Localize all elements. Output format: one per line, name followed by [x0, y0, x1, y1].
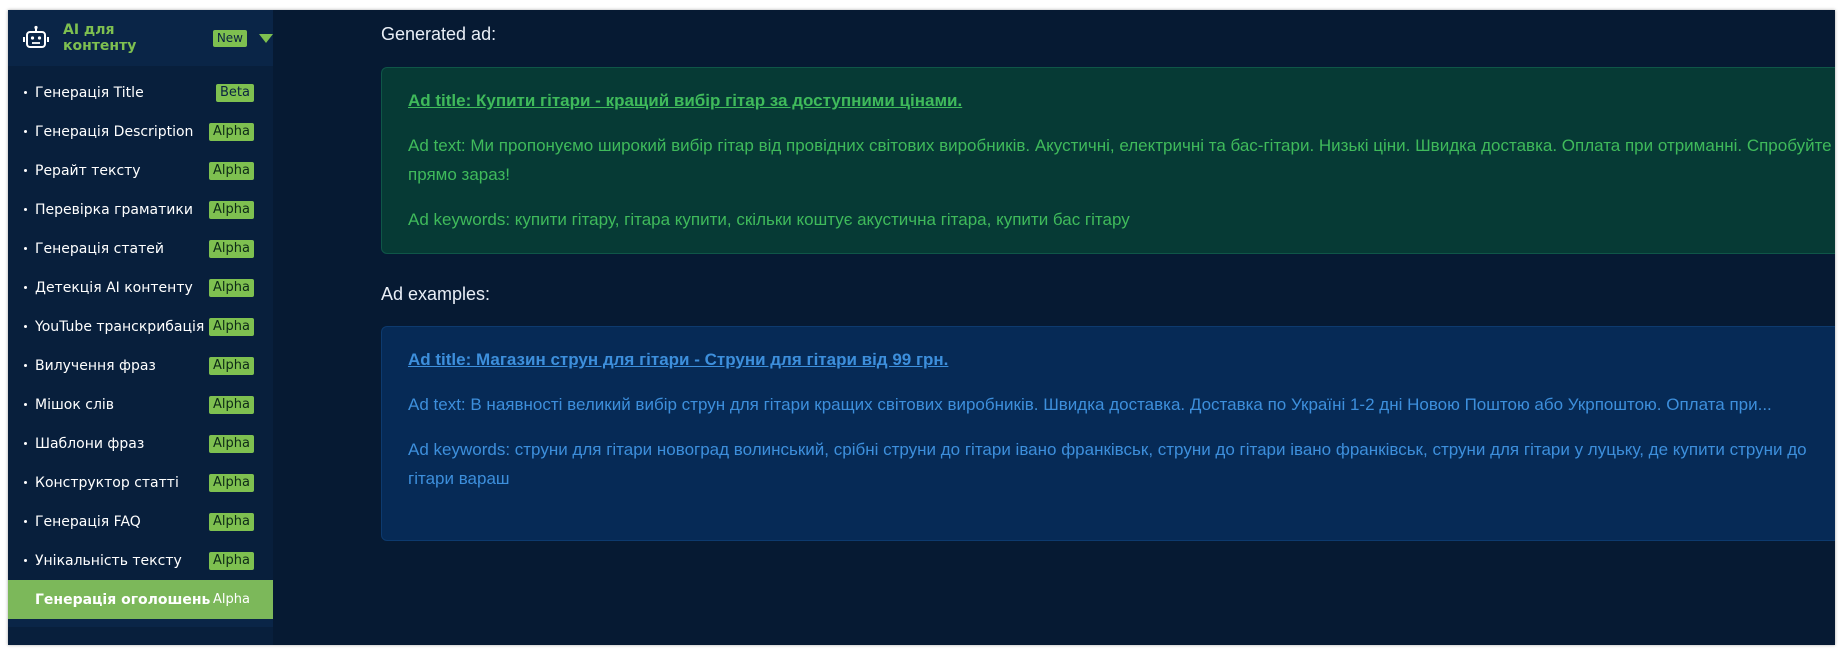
- sidebar-item-bag-of-words[interactable]: Мішок слів Alpha: [8, 385, 273, 424]
- sidebar-item-phrase-extraction[interactable]: Вилучення фраз Alpha: [8, 346, 273, 385]
- sidebar-item-description-generation[interactable]: Генерація Description Alpha: [8, 112, 273, 151]
- sidebar-item-ad-generation[interactable]: Генерація оголошень Alpha: [8, 580, 273, 619]
- status-badge: Alpha: [209, 239, 254, 258]
- example-ad-title[interactable]: Ad title: Магазин струн для гітари - Стр…: [408, 350, 1835, 370]
- generated-ad-heading: Generated ad:: [381, 24, 497, 44]
- bullet-icon: [24, 247, 27, 250]
- status-badge: Alpha: [209, 395, 254, 414]
- bullet-icon: [24, 91, 27, 94]
- sidebar-item-label: Генерація оголошень: [35, 591, 211, 608]
- sidebar-item-label: Рерайт тексту: [35, 162, 141, 179]
- generated-ad-text: Ad text: Ми пропонуємо широкий вибір гіт…: [408, 136, 1832, 184]
- sidebar-item-label: Шаблони фраз: [35, 435, 145, 452]
- sidebar-item-ai-detection[interactable]: Детекція AI контенту Alpha: [8, 268, 273, 307]
- new-badge: New: [212, 29, 247, 47]
- example-ad-text: Ad text: В наявності великий вибір струн…: [408, 395, 1772, 414]
- bullet-icon: [24, 286, 27, 289]
- status-badge: Beta: [216, 83, 254, 102]
- sidebar-item-label: Генерація статей: [35, 240, 164, 257]
- ad-example-card: Ad title: Магазин струн для гітари - Стр…: [381, 326, 1835, 541]
- sidebar-menu: Генерація Title Beta Генерація Descripti…: [8, 73, 273, 619]
- sidebar-item-label: YouTube транскрибація: [35, 318, 205, 335]
- status-badge: Alpha: [209, 161, 254, 180]
- sidebar-item-youtube-transcription[interactable]: YouTube транскрибація Alpha: [8, 307, 273, 346]
- sidebar-item-text-uniqueness[interactable]: Унікальність тексту Alpha: [8, 541, 273, 580]
- sidebar-item-label: Генерація FAQ: [35, 513, 141, 530]
- status-badge: Alpha: [209, 122, 254, 141]
- sidebar-item-article-generation[interactable]: Генерація статей Alpha: [8, 229, 273, 268]
- status-badge: Alpha: [209, 473, 254, 492]
- chevron-down-icon[interactable]: [259, 33, 273, 43]
- status-badge: Alpha: [209, 512, 254, 531]
- bullet-icon: [24, 208, 27, 211]
- sidebar-item-label: Генерація Description: [35, 123, 194, 140]
- sidebar-item-phrase-templates[interactable]: Шаблони фраз Alpha: [8, 424, 273, 463]
- sidebar-item-title-generation[interactable]: Генерація Title Beta: [8, 73, 273, 112]
- sidebar: AI для контенту New Генерація Title Beta…: [8, 10, 273, 645]
- sidebar-item-label: Унікальність тексту: [35, 552, 182, 569]
- status-badge: Alpha: [209, 551, 254, 570]
- sidebar-item-label: Перевірка граматики: [35, 201, 193, 218]
- generated-ad-card: Ad title: Купити гітари - кращий вибір г…: [381, 67, 1835, 254]
- sidebar-next-section: [8, 619, 273, 627]
- status-badge: Alpha: [213, 591, 250, 607]
- sidebar-item-label: Мішок слів: [35, 396, 115, 413]
- generated-ad-keywords: Ad keywords: купити гітару, гітара купит…: [408, 210, 1130, 229]
- status-badge: Alpha: [209, 200, 254, 219]
- bullet-icon: [24, 325, 27, 328]
- sidebar-item-label: Детекція AI контенту: [35, 279, 193, 296]
- bullet-icon: [24, 559, 27, 562]
- bullet-icon: [24, 364, 27, 367]
- sidebar-item-label: Вилучення фраз: [35, 357, 156, 374]
- sidebar-item-rewrite[interactable]: Рерайт тексту Alpha: [8, 151, 273, 190]
- status-badge: Alpha: [209, 356, 254, 375]
- generated-ad-title[interactable]: Ad title: Купити гітари - кращий вибір г…: [408, 91, 1835, 111]
- sidebar-item-article-builder[interactable]: Конструктор статті Alpha: [8, 463, 273, 502]
- sidebar-item-faq-generation[interactable]: Генерація FAQ Alpha: [8, 502, 273, 541]
- sidebar-item-label: Конструктор статті: [35, 474, 179, 491]
- robot-icon: [23, 25, 49, 51]
- status-badge: Alpha: [209, 434, 254, 453]
- sidebar-section-title: AI для контенту: [63, 22, 137, 54]
- status-badge: Alpha: [209, 317, 254, 336]
- bullet-icon: [24, 442, 27, 445]
- sidebar-item-label: Генерація Title: [35, 84, 144, 101]
- bullet-icon: [24, 169, 27, 172]
- bullet-icon: [24, 403, 27, 406]
- bullet-icon: [24, 481, 27, 484]
- bullet-icon: [24, 130, 27, 133]
- bullet-icon: [24, 520, 27, 523]
- app-window: AI для контенту New Генерація Title Beta…: [8, 10, 1835, 645]
- sidebar-section-header[interactable]: AI для контенту New: [8, 10, 273, 66]
- ad-examples-heading: Ad examples:: [381, 284, 491, 304]
- status-badge: Alpha: [209, 278, 254, 297]
- example-ad-keywords: Ad keywords: струни для гітари новоград …: [408, 440, 1807, 488]
- sidebar-item-grammar-check[interactable]: Перевірка граматики Alpha: [8, 190, 273, 229]
- main-content: Generated ad: Ad title: Купити гітари - …: [273, 10, 1835, 645]
